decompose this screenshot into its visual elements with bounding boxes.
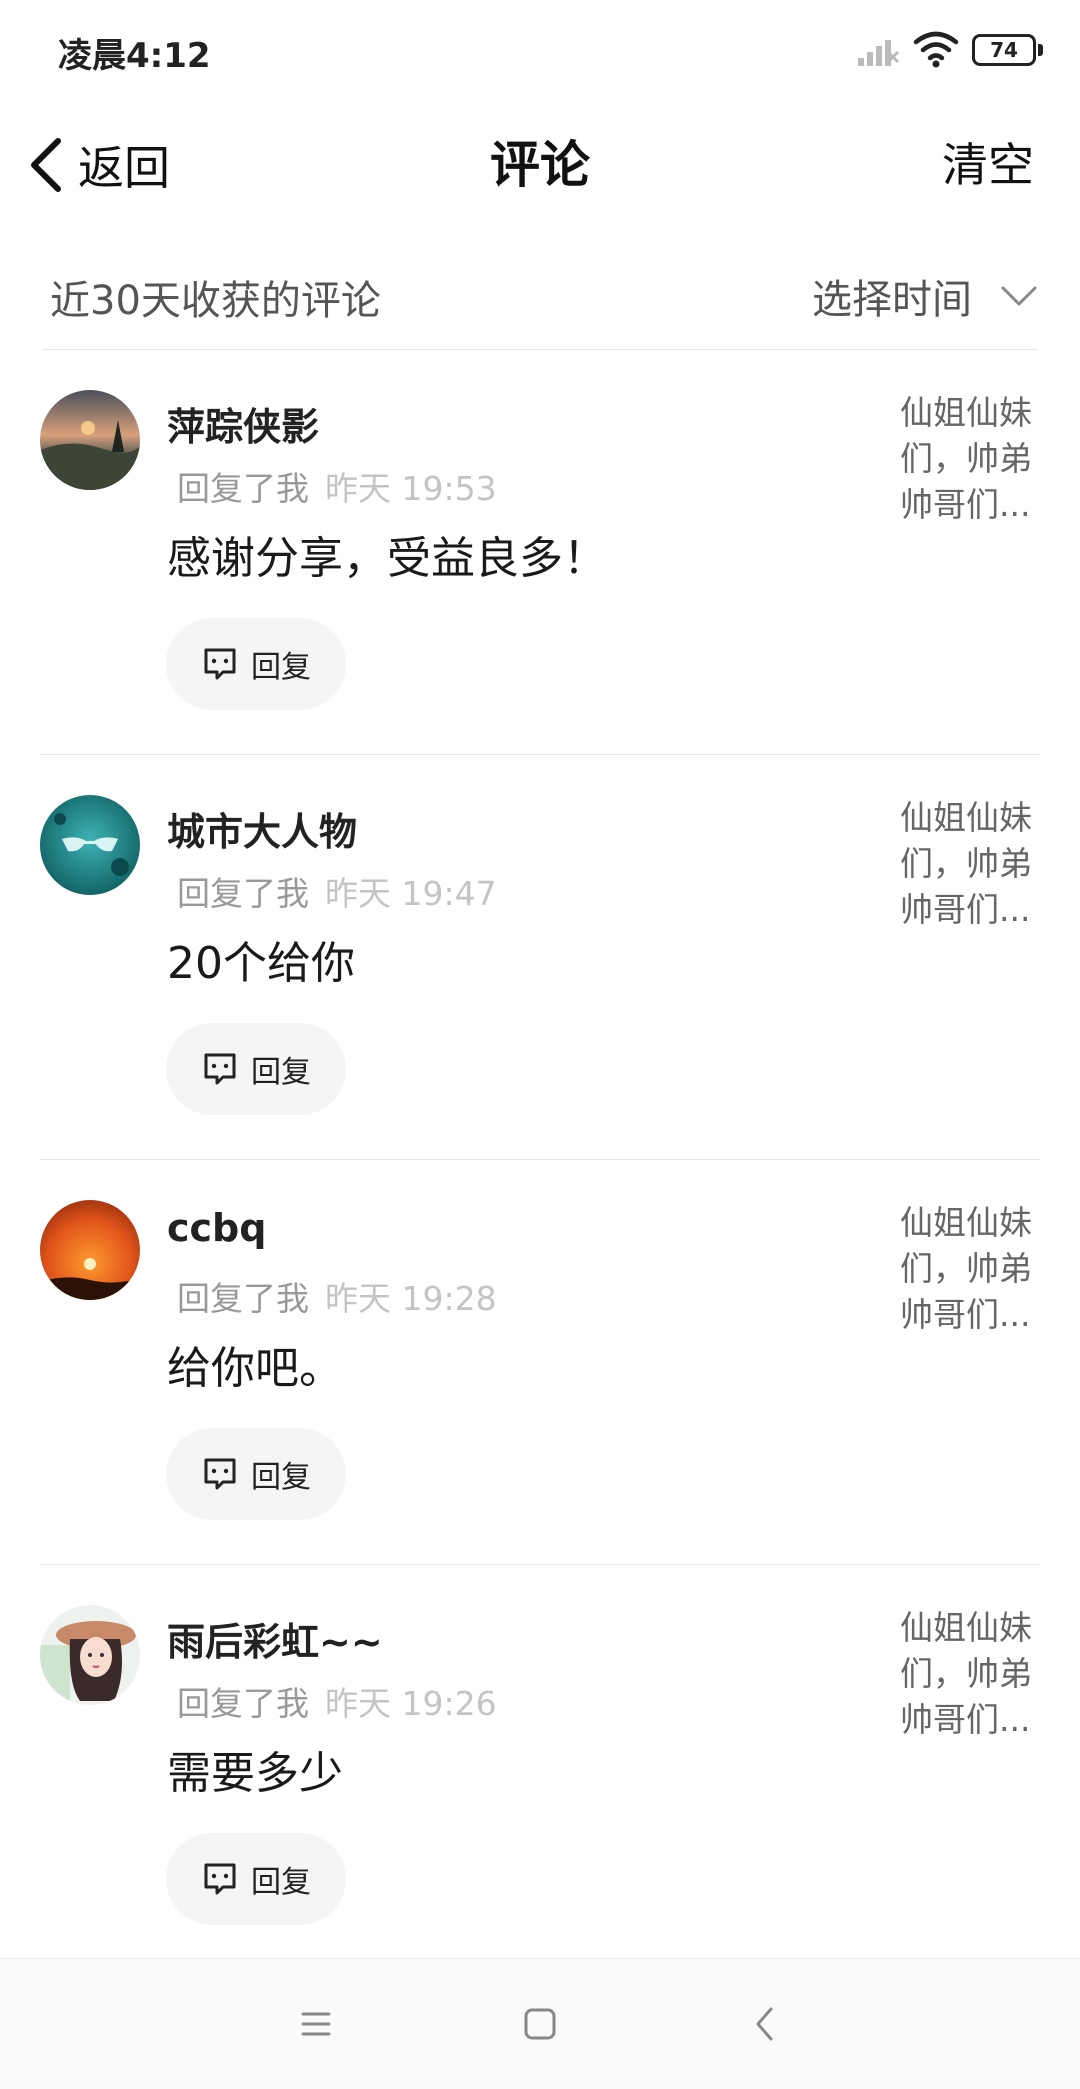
- comment-text: 需要多少: [167, 1748, 343, 1799]
- meta-action: 回复了我: [177, 874, 309, 913]
- menu-button[interactable]: [291, 1999, 341, 2049]
- comment-meta: 回复了我 昨天 19:47: [177, 867, 497, 915]
- comment-item: 萍踪侠影 回复了我 昨天 19:53 感谢分享，受益良多！ 回复 仙姐仙妹 们，帅…: [0, 350, 1080, 755]
- source-line: 帅哥们...: [900, 485, 1031, 524]
- comment-bubble-icon: [204, 1458, 236, 1490]
- signal-icon: [858, 40, 900, 66]
- source-line: 仙姐仙妹: [900, 393, 1032, 432]
- source-snippet[interactable]: 仙姐仙妹 们，帅弟 帅哥们...: [900, 795, 1038, 933]
- reply-label: 回复: [251, 1865, 311, 1900]
- system-nav-bar: [0, 1958, 1080, 2089]
- source-line: 仙姐仙妹: [900, 798, 1032, 837]
- commenter-name[interactable]: 城市大人物: [167, 801, 357, 856]
- avatar-orange-sunset-image: [40, 1200, 140, 1300]
- reply-button[interactable]: 回复: [166, 1428, 346, 1520]
- nav-bar: 返回 评论 清空: [0, 110, 1080, 220]
- commenter-name[interactable]: 雨后彩虹~~: [167, 1611, 383, 1666]
- comment-text: 感谢分享，受益良多！: [167, 533, 607, 584]
- meta-time: 昨天 19:53: [325, 469, 497, 508]
- time-select-label: 选择时间: [812, 277, 972, 323]
- source-line: 仙姐仙妹: [900, 1203, 1032, 1242]
- status-bar: 凌晨4:12 74: [0, 0, 1080, 100]
- source-snippet[interactable]: 仙姐仙妹 们，帅弟 帅哥们...: [900, 1200, 1038, 1338]
- clear-button[interactable]: 清空: [942, 130, 1034, 200]
- reply-button[interactable]: 回复: [166, 1833, 346, 1925]
- reply-label: 回复: [251, 1460, 311, 1495]
- comment-meta: 回复了我 昨天 19:28: [177, 1272, 497, 1320]
- chevron-down-icon: [1001, 286, 1037, 306]
- source-line: 们，帅弟: [900, 1654, 1032, 1693]
- home-icon: [524, 2008, 556, 2040]
- time-select[interactable]: 选择时间: [812, 266, 1038, 326]
- meta-time: 昨天 19:26: [325, 1684, 497, 1723]
- meta-action: 回复了我: [177, 1279, 309, 1318]
- comment-meta: 回复了我 昨天 19:26: [177, 1677, 497, 1725]
- reply-button[interactable]: 回复: [166, 1023, 346, 1115]
- filter-label: 近30天收获的评论: [50, 278, 381, 324]
- page-title: 评论: [490, 136, 590, 194]
- commenter-name[interactable]: ccbq: [167, 1206, 266, 1250]
- battery-level: 74: [990, 38, 1018, 62]
- source-snippet[interactable]: 仙姐仙妹 们，帅弟 帅哥们...: [900, 390, 1038, 528]
- comment-bubble-icon: [204, 1863, 236, 1895]
- source-line: 们，帅弟: [900, 844, 1032, 883]
- meta-time: 昨天 19:28: [325, 1279, 497, 1318]
- home-button[interactable]: [515, 1999, 565, 2049]
- filter-bar: 近30天收获的评论 选择时间: [42, 252, 1038, 350]
- source-line: 帅哥们...: [900, 890, 1031, 929]
- comment-text: 给你吧。: [167, 1343, 343, 1394]
- system-back-button[interactable]: [741, 1999, 791, 2049]
- avatar[interactable]: [40, 795, 140, 895]
- comment-item: 雨后彩虹~~ 回复了我 昨天 19:26 需要多少 回复 仙姐仙妹 们，帅弟 帅哥…: [0, 1565, 1080, 1970]
- menu-icon: [301, 2012, 331, 2036]
- source-line: 帅哥们...: [900, 1700, 1031, 1739]
- source-line: 帅哥们...: [900, 1295, 1031, 1334]
- commenter-name[interactable]: 萍踪侠影: [167, 396, 319, 451]
- source-line: 们，帅弟: [900, 1249, 1032, 1288]
- comment-list: 萍踪侠影 回复了我 昨天 19:53 感谢分享，受益良多！ 回复 仙姐仙妹 们，帅…: [0, 350, 1080, 1970]
- status-time: 凌晨4:12: [58, 36, 211, 76]
- avatar[interactable]: [40, 390, 140, 490]
- reply-button[interactable]: 回复: [166, 618, 346, 710]
- avatar-mountain-sunset-image: [40, 390, 140, 490]
- meta-action: 回复了我: [177, 1684, 309, 1723]
- back-icon: [756, 2007, 773, 2041]
- comment-bubble-icon: [204, 648, 236, 680]
- comment-bubble-icon: [204, 1053, 236, 1085]
- comment-meta: 回复了我 昨天 19:53: [177, 462, 497, 510]
- reply-label: 回复: [251, 650, 311, 685]
- avatar-girl-illustration-image: [40, 1605, 140, 1705]
- source-line: 仙姐仙妹: [900, 1608, 1032, 1647]
- wifi-icon: [913, 31, 959, 68]
- avatar[interactable]: [40, 1200, 140, 1300]
- comment-item: 城市大人物 回复了我 昨天 19:47 20个给你 回复 仙姐仙妹 们，帅弟 帅哥…: [0, 755, 1080, 1160]
- meta-time: 昨天 19:47: [325, 874, 497, 913]
- battery-icon: 74: [972, 34, 1044, 68]
- reply-label: 回复: [251, 1055, 311, 1090]
- avatar[interactable]: [40, 1605, 140, 1705]
- meta-action: 回复了我: [177, 469, 309, 508]
- avatar-teal-portrait-image: [40, 795, 140, 895]
- source-line: 们，帅弟: [900, 439, 1032, 478]
- source-snippet[interactable]: 仙姐仙妹 们，帅弟 帅哥们...: [900, 1605, 1038, 1743]
- comment-text: 20个给你: [167, 938, 355, 989]
- comment-item: ccbq 回复了我 昨天 19:28 给你吧。 回复 仙姐仙妹 们，帅弟 帅哥们.…: [0, 1160, 1080, 1565]
